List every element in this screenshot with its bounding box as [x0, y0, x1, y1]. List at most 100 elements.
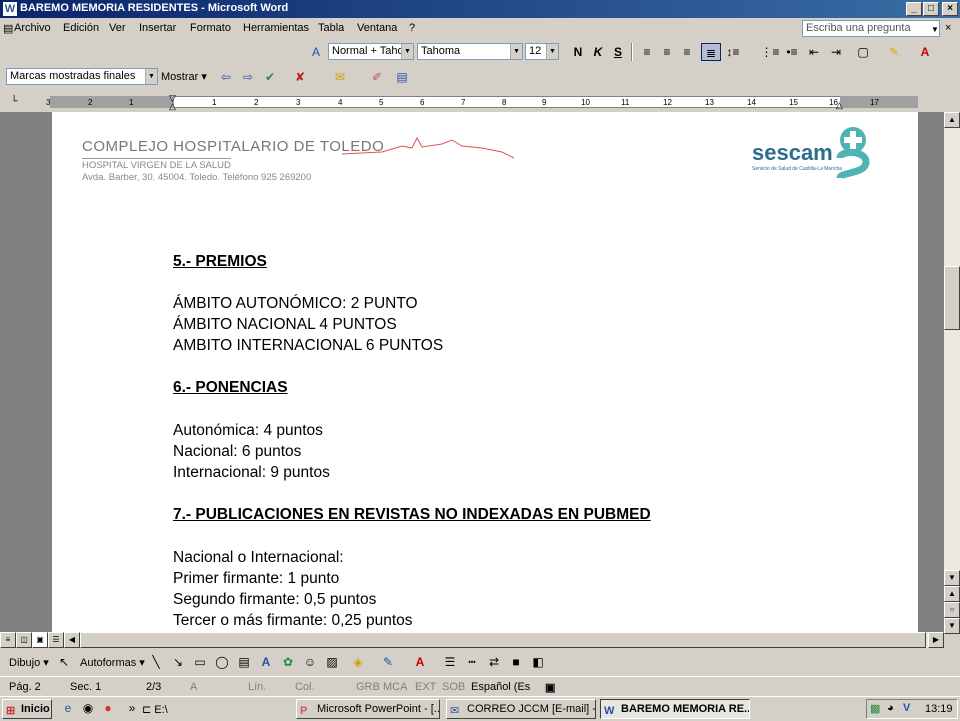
font-size-combo[interactable]: 12 ▼	[525, 43, 559, 60]
oval-icon[interactable]: ◯	[212, 653, 232, 671]
align-center-icon[interactable]: ≡	[657, 43, 677, 61]
previous-page-icon[interactable]: ▲	[944, 586, 960, 602]
web-view-icon[interactable]: ◫	[16, 632, 32, 648]
chevron-down-icon[interactable]: ▼	[510, 44, 522, 59]
task-email[interactable]: ✉ CORREO JCCM [E-mail] -...	[446, 699, 596, 719]
antivirus-icon[interactable]: ◕	[887, 702, 894, 714]
bullet-list-icon[interactable]: •≡	[782, 43, 802, 61]
align-left-icon[interactable]: ≡	[637, 43, 657, 61]
clock[interactable]: 13:19	[925, 703, 953, 715]
menu-help[interactable]: ?	[409, 22, 415, 34]
ruler-strip[interactable]	[50, 96, 918, 108]
normal-view-icon[interactable]: ≡	[0, 632, 16, 648]
menu-insertar[interactable]: Insertar	[139, 22, 176, 34]
next-change-icon[interactable]: ⇨	[238, 68, 258, 86]
quicklaunch-more-icon[interactable]: »	[122, 699, 142, 717]
close-button[interactable]: ×	[942, 2, 958, 16]
decrease-indent-icon[interactable]: ⇤	[804, 43, 824, 61]
numbered-list-icon[interactable]: ⋮≡	[760, 43, 780, 61]
font-combo[interactable]: Tahoma ▼	[417, 43, 523, 60]
italic-button[interactable]: K	[588, 43, 608, 61]
status-ext[interactable]: EXT	[415, 681, 436, 693]
media-icon[interactable]: ●	[98, 699, 118, 717]
status-language[interactable]: Español (Es	[471, 681, 530, 693]
fill-color-icon[interactable]: ◈	[348, 653, 368, 671]
arrow-icon[interactable]: ↘	[168, 653, 188, 671]
accept-change-icon[interactable]: ✔	[260, 68, 280, 86]
address-drive[interactable]: ⊏ E:\	[142, 703, 168, 716]
scroll-left-icon[interactable]: ◀	[64, 632, 80, 648]
doc-icon[interactable]: ▤	[3, 22, 13, 35]
bold-button[interactable]: N	[568, 43, 588, 61]
rectangle-icon[interactable]: ▭	[190, 653, 210, 671]
insert-comment-icon[interactable]: ✉	[330, 68, 350, 86]
browse-object-icon[interactable]: ○	[944, 602, 960, 618]
document-area[interactable]: COMPLEJO HOSPITALARIO DE TOLEDO HOSPITAL…	[0, 112, 944, 632]
border-icon[interactable]: ▢	[853, 43, 873, 61]
line-style-icon[interactable]: ☰	[440, 653, 460, 671]
tab-selector-icon[interactable]: └	[4, 93, 24, 111]
status-mca[interactable]: MCA	[383, 681, 407, 693]
menu-tabla[interactable]: Tabla	[318, 22, 344, 34]
quicklaunch-icon[interactable]: ◉	[78, 699, 98, 717]
indent-marker-icon[interactable]: ▽ △	[169, 94, 177, 111]
shadow-icon[interactable]: ■	[506, 653, 526, 671]
network-icon[interactable]: ▩	[870, 702, 880, 715]
chevron-down-icon[interactable]: ▼	[145, 69, 157, 84]
line-spacing-icon[interactable]: ↕≡	[723, 43, 743, 61]
scroll-up-icon[interactable]: ▲	[944, 112, 960, 128]
next-page-icon[interactable]: ▼	[944, 618, 960, 634]
maximize-button[interactable]: □	[923, 2, 939, 16]
document-page[interactable]: COMPLEJO HOSPITALARIO DE TOLEDO HOSPITAL…	[52, 112, 918, 632]
style-combo[interactable]: Normal + Tahor ▼	[328, 43, 414, 60]
start-button[interactable]: ⊞ Inicio	[2, 699, 52, 719]
reviewing-pane-icon[interactable]: ▤	[392, 68, 412, 86]
wordart-icon[interactable]: A	[256, 653, 276, 671]
autoshapes-menu-button[interactable]: Autoformas ▾	[80, 656, 145, 669]
track-changes-icon[interactable]: ✐	[367, 68, 387, 86]
highlight-icon[interactable]: ✎	[884, 43, 904, 61]
status-sob[interactable]: SOB	[442, 681, 465, 693]
chevron-down-icon[interactable]: ▼	[546, 44, 558, 59]
vertical-scrollbar[interactable]: ▲ ▼ ▲ ○ ▼	[944, 112, 960, 634]
picture-icon[interactable]: ▨	[322, 653, 342, 671]
menu-herramientas[interactable]: Herramientas	[243, 22, 309, 34]
font-color-icon[interactable]: A	[915, 43, 935, 61]
doc-close-icon[interactable]: ×	[945, 22, 951, 34]
outline-view-icon[interactable]: ☰	[48, 632, 64, 648]
ask-question-input[interactable]: Escriba una pregunta	[802, 20, 940, 37]
task-word[interactable]: W BAREMO MEMORIA RE...	[600, 699, 750, 719]
print-view-icon[interactable]: ▣	[32, 632, 48, 648]
hscroll-thumb[interactable]	[80, 632, 926, 648]
textbox-icon[interactable]: ▤	[234, 653, 254, 671]
word-app-icon[interactable]: W	[3, 2, 17, 16]
menu-archivo[interactable]: Archivo	[14, 22, 51, 34]
spelling-status-icon[interactable]: ▣	[545, 681, 555, 694]
ie-icon[interactable]: e	[58, 699, 78, 717]
ask-dropdown-icon[interactable]: ▼	[930, 22, 940, 37]
reject-change-icon[interactable]: ✘	[290, 68, 310, 86]
styles-pane-icon[interactable]: A	[306, 43, 326, 61]
chevron-down-icon[interactable]: ▼	[401, 44, 413, 59]
previous-change-icon[interactable]: ⇦	[216, 68, 236, 86]
right-indent-marker-icon[interactable]: △	[836, 100, 843, 111]
line-color-icon[interactable]: ✎	[378, 653, 398, 671]
scroll-thumb[interactable]	[944, 266, 960, 330]
scroll-right-icon[interactable]: ▶	[928, 632, 944, 648]
status-grb[interactable]: GRB	[356, 681, 380, 693]
minimize-button[interactable]: _	[906, 2, 922, 16]
dash-style-icon[interactable]: ┅	[462, 653, 482, 671]
menu-ventana[interactable]: Ventana	[357, 22, 397, 34]
3d-icon[interactable]: ◧	[528, 653, 548, 671]
line-icon[interactable]: ╲	[146, 653, 166, 671]
increase-indent-icon[interactable]: ⇥	[826, 43, 846, 61]
clipart-icon[interactable]: ☺	[300, 653, 320, 671]
justify-icon[interactable]: ≣	[701, 43, 721, 61]
diagram-icon[interactable]: ✿	[278, 653, 298, 671]
menu-formato[interactable]: Formato	[190, 22, 231, 34]
horizontal-scrollbar[interactable]: ≡ ◫ ▣ ☰ ◀ ▶	[0, 632, 944, 648]
drawing-font-color-icon[interactable]: A	[410, 653, 430, 671]
arrow-style-icon[interactable]: ⇄	[484, 653, 504, 671]
display-for-review-combo[interactable]: Marcas mostradas finales ▼	[6, 68, 158, 85]
underline-button[interactable]: S	[608, 43, 628, 61]
